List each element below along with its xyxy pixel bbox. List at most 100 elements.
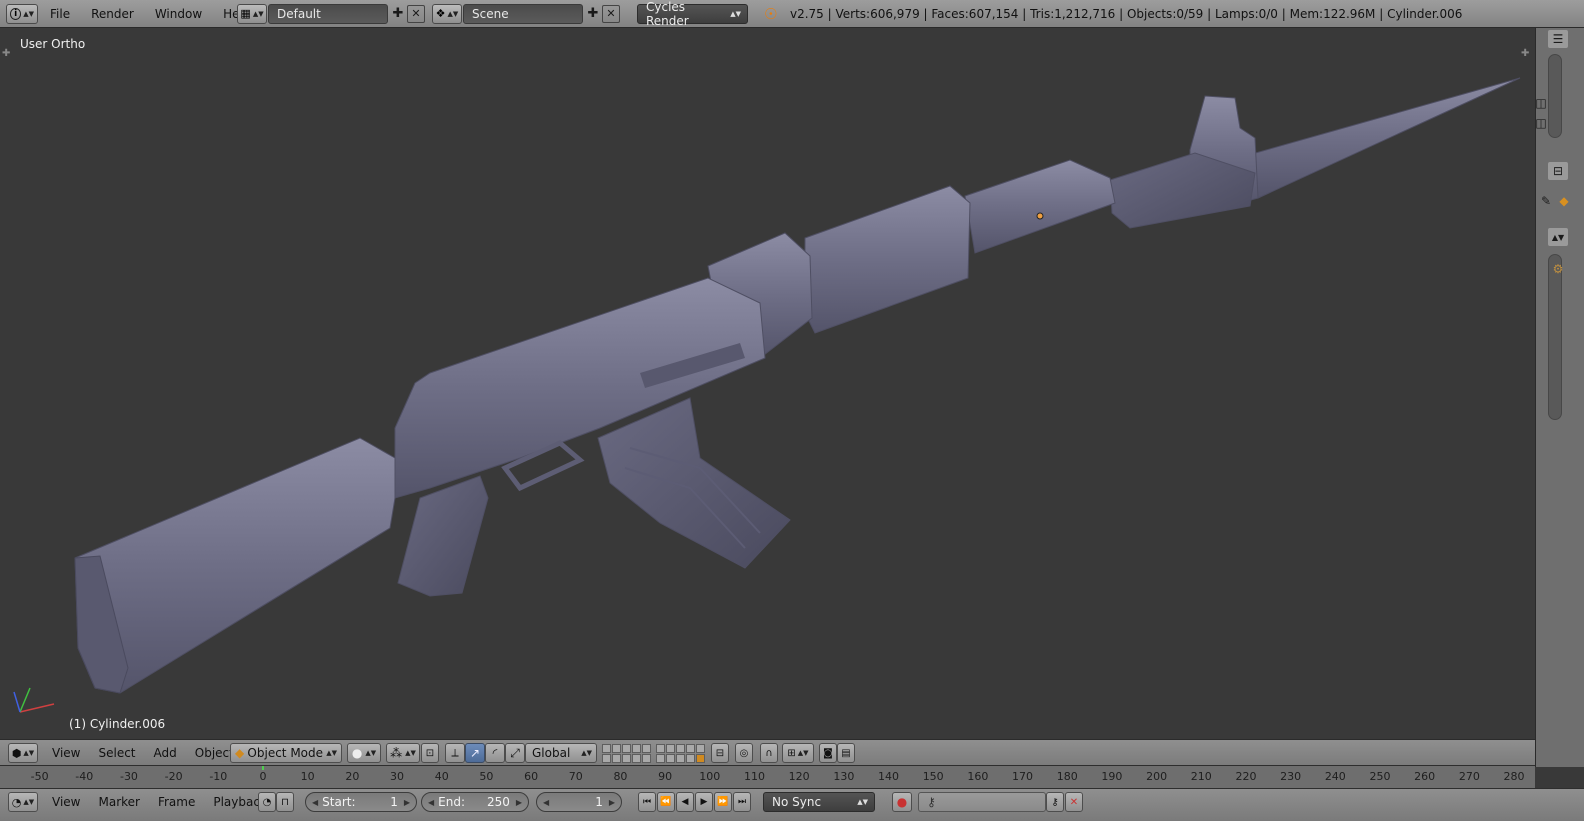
menu-window[interactable]: Window [148,7,209,21]
next-keyframe-button[interactable]: ⏩ [714,792,732,812]
chevron-updown-icon: ▲▼ [23,798,35,806]
snap-element-dropdown[interactable]: ⊞ ▲▼ [782,743,814,763]
screen-layout-field[interactable]: Default [268,3,388,24]
menu-view[interactable]: View [45,795,87,809]
play-reverse-button[interactable]: ◀ [676,792,694,812]
transform-orientation-dropdown[interactable]: Global ▲▼ [525,743,597,763]
jump-end-button[interactable]: ⏭ [733,792,751,812]
manipulator-toggle[interactable]: ⟂ [445,743,465,763]
chevron-updown-icon[interactable]: ▲▼ [1548,228,1568,246]
layer-cell[interactable] [696,743,705,753]
camera-icon[interactable]: ◫ [1534,94,1548,112]
keying-set-field[interactable]: ⚷ [918,792,1046,812]
layers-grid-1[interactable] [602,743,651,763]
delete-keyframe-button[interactable]: ✕ [1065,792,1083,812]
layer-cell[interactable] [666,743,675,753]
menu-render[interactable]: Render [84,7,141,21]
pin-icon[interactable]: ✎ [1538,192,1554,210]
timeline-tick-label: 70 [568,770,583,783]
lock-camera-button[interactable]: ⊟ [711,743,729,763]
add-icon[interactable]: ✚ [389,5,407,23]
manipulate-center-button[interactable]: ⊡ [421,743,439,763]
start-label: Start: [322,795,356,809]
prev-keyframe-icon: ⏪ [660,797,672,807]
3d-viewport[interactable]: User Ortho ✚ ✚ (1) Cylinder.006 [0,28,1535,739]
layer-cell[interactable] [602,753,611,763]
scene-selector[interactable]: ❖ ▲▼ [432,3,462,24]
scale-manipulator-button[interactable]: ⤢ [505,743,525,763]
render-animation-button[interactable]: ▤ [837,743,855,763]
bayonet-blade [1244,77,1521,199]
preview-range-button[interactable]: ◔ [258,792,276,812]
editor-type-selector[interactable]: i ▲▼ [6,3,38,24]
scene-field[interactable]: Scene [463,3,583,24]
scrollbar[interactable] [1548,54,1562,138]
pivot-point-dropdown[interactable]: ⁂ ▲▼ [386,743,420,763]
layer-cell[interactable] [622,753,631,763]
layer-cell[interactable] [656,753,665,763]
layer-cell[interactable] [676,743,685,753]
camera-icon[interactable]: ◫ [1534,114,1548,132]
layer-cell[interactable] [656,743,665,753]
editor-type-selector[interactable]: ◔ ▲▼ [8,792,38,812]
layer-cell[interactable] [632,743,641,753]
pivot-icon: ⁂ [390,746,403,760]
render-engine-dropdown[interactable]: Cycles Render ▲▼ [637,0,748,28]
camera-icon: ◙ [823,747,833,759]
render-still-button[interactable]: ◙ [819,743,837,763]
timeline-tick-label: 40 [434,770,449,783]
translate-manipulator-button[interactable]: ↗ [465,743,485,763]
outliner-icon[interactable]: ☰ [1548,30,1568,48]
menu-select[interactable]: Select [91,746,142,760]
scrollbar[interactable] [1548,254,1562,420]
mode-dropdown[interactable]: ◆ Object Mode ▲▼ [230,743,342,763]
layer-cell[interactable] [632,753,641,763]
jump-start-button[interactable]: ⏮ [638,792,656,812]
layer-cell[interactable] [602,743,611,753]
layer-cell[interactable] [676,753,685,763]
lock-range-button[interactable]: ⊓ [276,792,294,812]
properties-icon[interactable]: ⊟ [1548,162,1568,180]
sync-mode-label: No Sync [772,795,822,809]
menu-marker[interactable]: Marker [91,795,146,809]
timeline-header: ◔ ▲▼ View Marker Frame Playback ◔ ⊓ ◀ St… [0,788,1584,821]
menu-file[interactable]: File [43,7,77,21]
rifle-model[interactable] [0,28,1535,739]
layer-cell[interactable] [686,753,695,763]
layer-cell[interactable] [666,753,675,763]
rotate-manipulator-button[interactable]: ◜ [485,743,505,763]
layer-cell[interactable] [686,743,695,753]
menu-view[interactable]: View [45,746,87,760]
insert-keyframe-button[interactable]: ⚷ [1046,792,1064,812]
snap-toggle-button[interactable]: ∩ [760,743,778,763]
start-frame-field[interactable]: ◀ Start: 1 ▶ [305,792,417,812]
proportional-edit-button[interactable]: ◎ [735,743,753,763]
layer-cell[interactable] [612,743,621,753]
gear-icon[interactable]: ⚙ [1550,260,1566,278]
layer-cell[interactable] [642,743,651,753]
play-button[interactable]: ▶ [695,792,713,812]
editor-type-selector[interactable]: ⬢ ▲▼ [8,743,38,763]
sync-mode-dropdown[interactable]: No Sync ▲▼ [763,792,875,812]
layer-cell[interactable] [612,753,621,763]
viewport-shading-dropdown[interactable]: ● ▲▼ [347,743,381,763]
layer-cell[interactable] [642,753,651,763]
menu-frame[interactable]: Frame [151,795,202,809]
layer-cell[interactable] [622,743,631,753]
prev-keyframe-button[interactable]: ⏪ [657,792,675,812]
end-frame-field[interactable]: ◀ End: 250 ▶ [421,792,529,812]
chevron-updown-icon: ▲▼ [857,798,868,806]
close-icon[interactable]: ✕ [602,4,620,23]
close-icon[interactable]: ✕ [407,4,425,23]
object-icon[interactable]: ◆ [1556,192,1572,210]
menu-add[interactable]: Add [147,746,184,760]
layer-cell[interactable] [696,753,705,763]
auto-keyframe-button[interactable]: ● [892,792,912,812]
layers-grid-2[interactable] [656,743,705,763]
timeline-tick-label: 230 [1280,770,1302,783]
timeline-ruler[interactable]: -50 -40 -30 -20 -10 0 10 20 30 40 50 60 70 80 90 100 110… [0,765,1535,788]
screen-layout-selector[interactable]: ▦ ▲▼ [237,3,267,24]
add-icon[interactable]: ✚ [584,5,602,23]
timeline-tick-label: 110 [743,770,765,783]
current-frame-field[interactable]: ◀ 1 ▶ [536,792,622,812]
